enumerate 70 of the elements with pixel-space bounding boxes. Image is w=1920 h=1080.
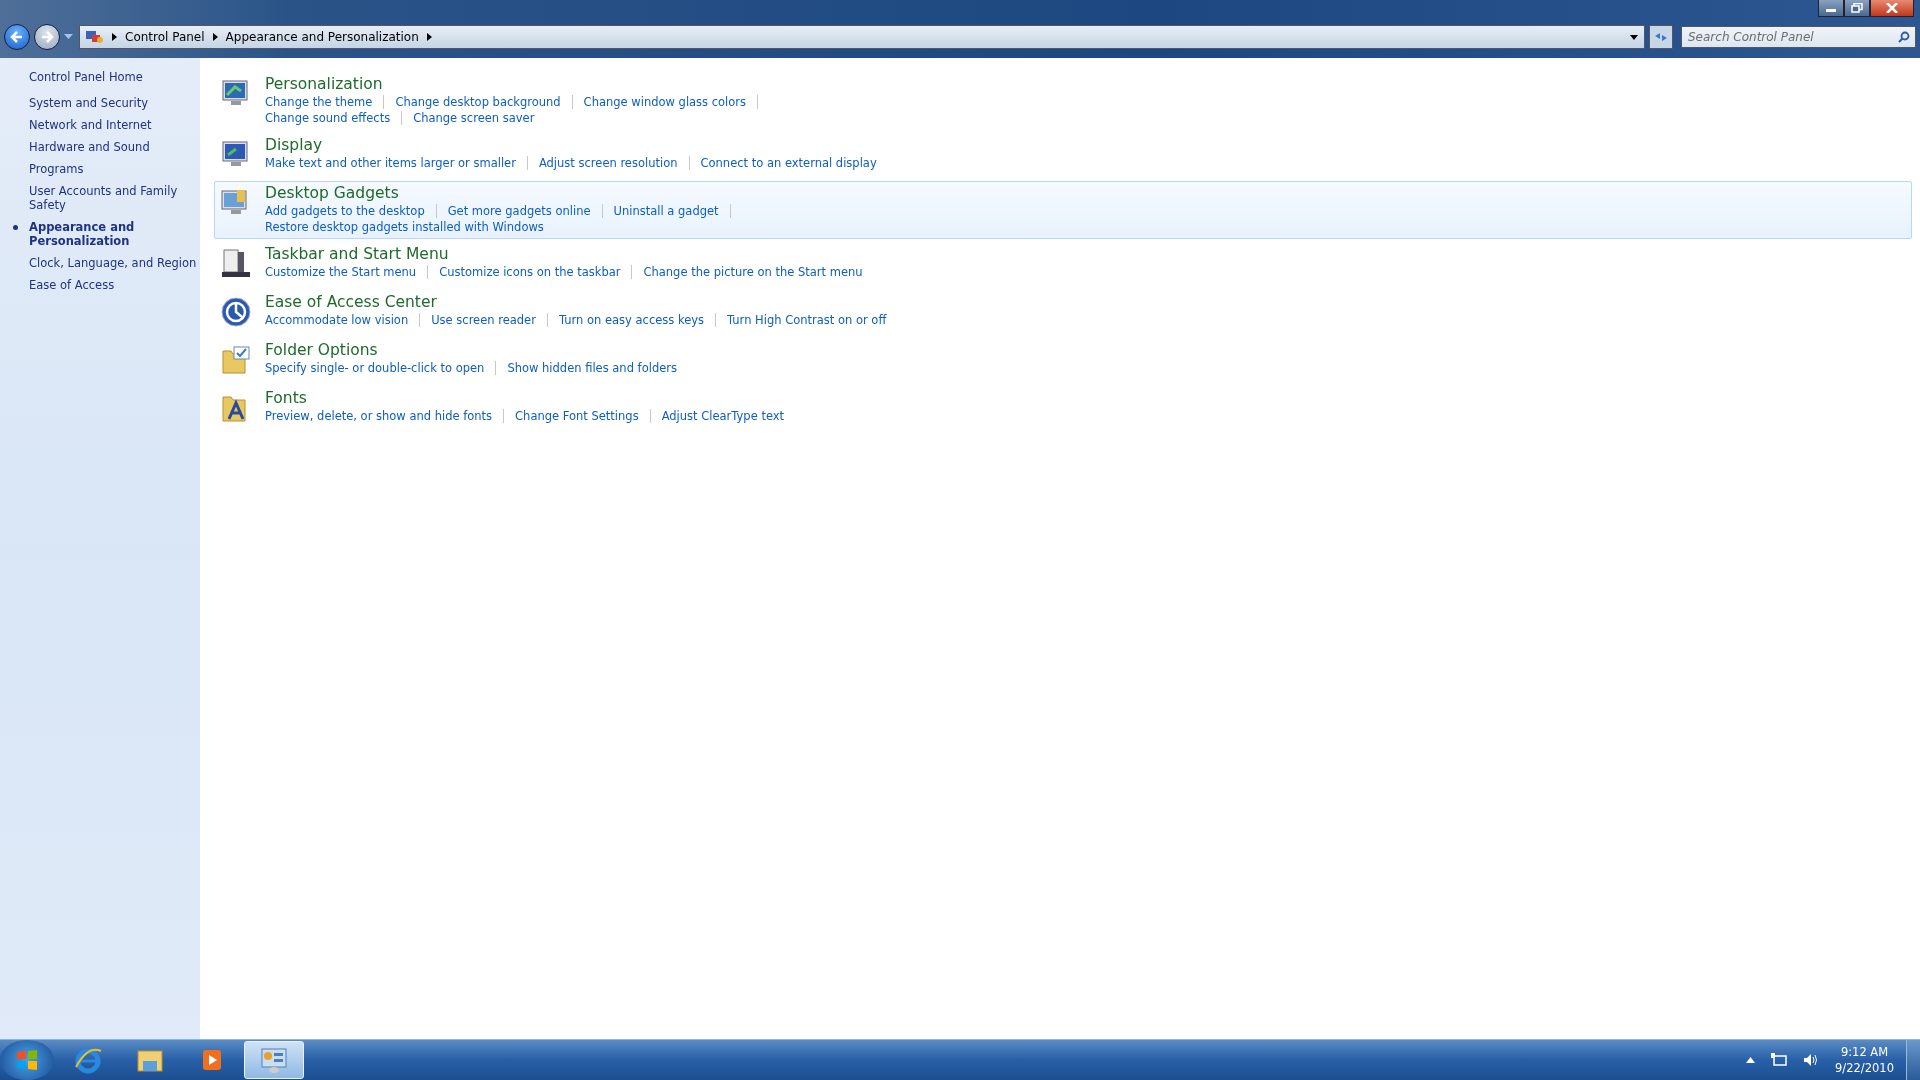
search-icon[interactable] [1898, 31, 1910, 43]
show-desktop-button[interactable] [1906, 1040, 1920, 1080]
sidebar-item[interactable]: Ease of Access [29, 278, 200, 292]
task-link[interactable]: Specify single- or double-click to open [265, 361, 485, 375]
task-link[interactable]: Uninstall a gadget [613, 204, 719, 218]
task-link[interactable]: Add gadgets to the desktop [265, 204, 425, 218]
task-link[interactable]: Change sound effects [265, 111, 391, 125]
sidebar-item[interactable]: System and Security [29, 96, 200, 110]
category-title[interactable]: Ease of Access Center [265, 293, 887, 312]
clock-date[interactable]: 9/22/2010 [1835, 1060, 1894, 1076]
refresh-button[interactable] [1649, 25, 1673, 49]
sidebar-item[interactable]: Clock, Language, and Region [29, 256, 200, 270]
arrow-right-icon [40, 30, 54, 44]
task-link[interactable]: Make text and other items larger or smaller [265, 156, 516, 170]
task-link[interactable]: Use screen reader [431, 313, 536, 327]
task-link[interactable]: Adjust ClearType text [661, 409, 785, 423]
breadcrumb[interactable]: Control Panel [125, 30, 205, 44]
category-title[interactable]: Display [265, 136, 877, 155]
close-icon [1885, 3, 1899, 13]
sidebar-item[interactable]: Network and Internet [29, 118, 200, 132]
task-link[interactable]: Change window glass colors [583, 95, 747, 109]
sidebar-item[interactable]: Appearance and Personalization [29, 220, 200, 248]
minimize-button[interactable] [1818, 0, 1844, 17]
refresh-icon [1654, 31, 1668, 43]
task-link[interactable]: Change the picture on the Start menu [643, 265, 863, 279]
arrow-left-icon [10, 30, 24, 44]
task-link[interactable]: Restore desktop gadgets installed with Windows [265, 220, 544, 234]
task-link[interactable]: Change Font Settings [515, 409, 639, 423]
task-link[interactable]: Show hidden files and folders [507, 361, 677, 375]
taskbar-button[interactable] [244, 1041, 304, 1079]
network-icon[interactable] [1771, 1053, 1788, 1067]
category-title[interactable]: Taskbar and Start Menu [265, 245, 863, 264]
sidebar-item[interactable]: Hardware and Sound [29, 140, 200, 154]
breadcrumb[interactable]: Appearance and Personalization [225, 30, 419, 44]
task-link[interactable]: Connect to an external display [700, 156, 877, 170]
sidebar-item[interactable]: User Accounts and Family Safety [29, 184, 200, 212]
clock-time[interactable]: 9:12 AM [1840, 1044, 1889, 1060]
back-button[interactable] [4, 24, 30, 50]
folder-icon [221, 345, 251, 375]
sidebar-link[interactable]: Control Panel Home [29, 70, 200, 84]
windows-flag-icon [15, 1048, 39, 1072]
task-link[interactable]: Change screen saver [413, 111, 535, 125]
chevron-right-icon[interactable] [212, 33, 218, 41]
task-link[interactable]: Customize icons on the taskbar [439, 265, 621, 279]
category-title[interactable]: Folder Options [265, 341, 677, 360]
task-link[interactable]: Change desktop background [395, 95, 561, 109]
task-link[interactable]: Turn on easy access keys [558, 313, 705, 327]
chevron-right-icon[interactable] [426, 33, 432, 41]
task-link[interactable]: Adjust screen resolution [538, 156, 678, 170]
restore-button[interactable] [1844, 0, 1870, 17]
task-link[interactable]: Change the theme [265, 95, 373, 109]
chevron-right-icon[interactable] [112, 33, 117, 41]
close-button[interactable] [1870, 0, 1914, 17]
task-link[interactable]: Accommodate low vision [265, 313, 409, 327]
address-bar[interactable]: Control Panel Appearance and Personalization [79, 25, 1645, 49]
dropdown-icon[interactable] [1630, 34, 1638, 40]
category-title[interactable]: Desktop Gadgets [265, 184, 742, 203]
sidebar-item[interactable]: Programs [29, 162, 200, 176]
taskbar-icon [221, 249, 251, 279]
category-title[interactable]: Fonts [265, 389, 785, 408]
show-hidden-icons-icon[interactable] [1746, 1057, 1756, 1063]
task-link[interactable]: Turn High Contrast on or off [727, 313, 887, 327]
search-field[interactable]: Search Control Panel [1681, 26, 1916, 48]
task-link[interactable]: Preview, delete, or show and hide fonts [265, 409, 493, 423]
task-link[interactable]: Get more gadgets online [447, 204, 591, 218]
restore-icon [1851, 3, 1863, 13]
start-button[interactable] [0, 1040, 54, 1080]
task-link[interactable]: Customize the Start menu [265, 265, 417, 279]
category-title[interactable]: Personalization [265, 75, 770, 94]
volume-icon[interactable] [1803, 1053, 1820, 1067]
